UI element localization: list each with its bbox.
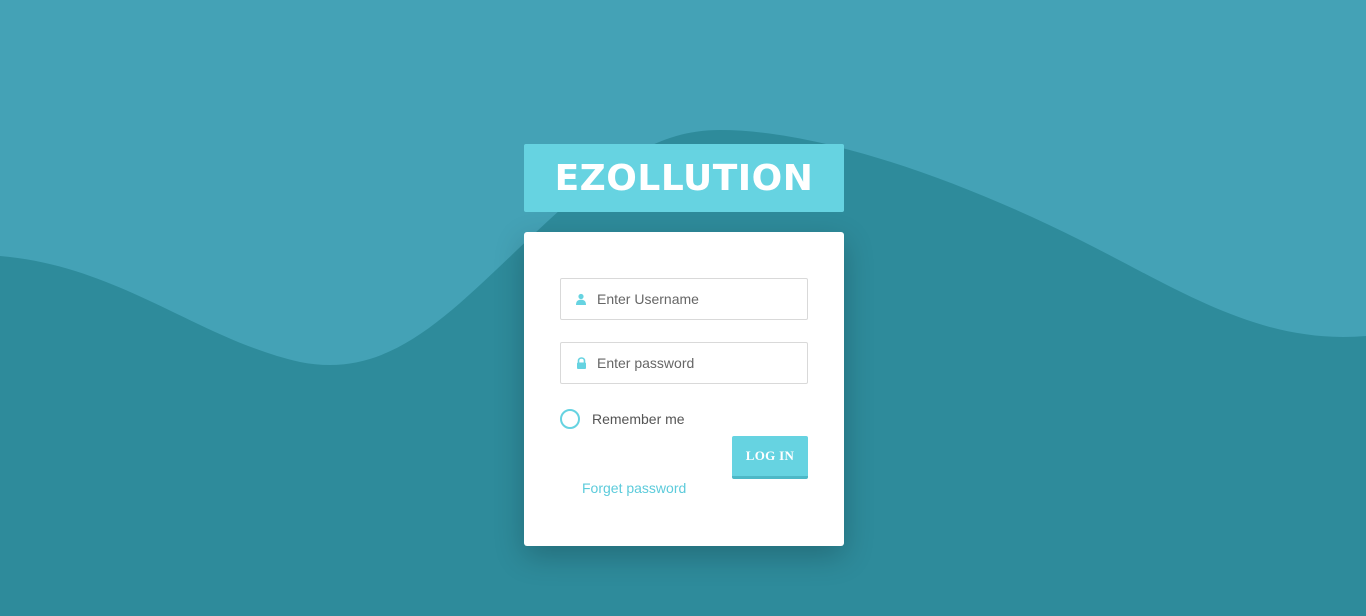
brand-title: EZOLLUTION [554, 157, 814, 199]
login-button[interactable]: LOG IN [732, 436, 808, 479]
user-icon [574, 292, 588, 306]
remember-me-label: Remember me [592, 411, 685, 427]
remember-me[interactable]: Remember me [560, 409, 685, 429]
logo-banner: EZOLLUTION [524, 144, 844, 212]
username-field[interactable] [560, 278, 808, 320]
forget-password-link[interactable]: Forget password [582, 480, 686, 496]
remember-me-radio[interactable] [560, 409, 580, 429]
lock-icon [574, 356, 588, 370]
password-input[interactable] [597, 355, 797, 371]
login-card: Remember me LOG IN Forget password [524, 232, 844, 546]
username-input[interactable] [597, 291, 797, 307]
password-field[interactable] [560, 342, 808, 384]
